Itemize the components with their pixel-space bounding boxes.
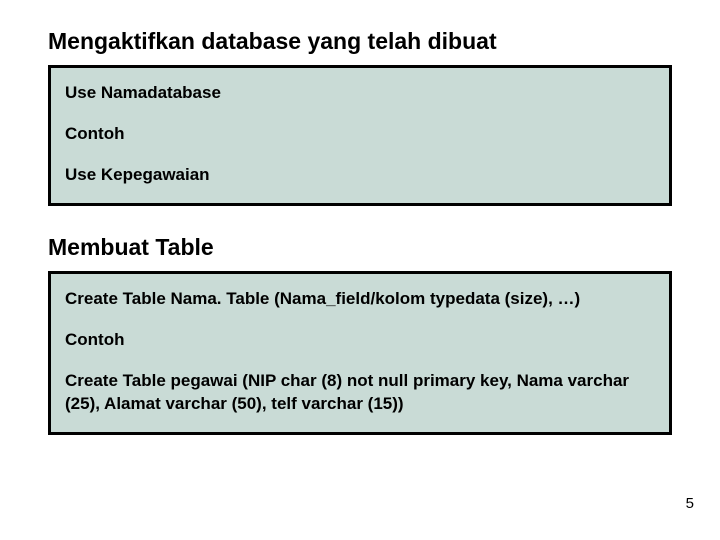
code-line: Use Namadatabase <box>65 82 655 105</box>
code-line: Create Table pegawai (NIP char (8) not n… <box>65 370 655 416</box>
code-line: Contoh <box>65 123 655 146</box>
code-line: Create Table Nama. Table (Nama_field/kol… <box>65 288 655 311</box>
page-number: 5 <box>686 495 694 512</box>
section-heading-activate-db: Mengaktifkan database yang telah dibuat <box>48 28 672 55</box>
code-line: Use Kepegawaian <box>65 164 655 187</box>
section-heading-create-table: Membuat Table <box>48 234 672 261</box>
code-line: Contoh <box>65 329 655 352</box>
code-box-create-table: Create Table Nama. Table (Nama_field/kol… <box>48 271 672 435</box>
code-box-activate-db: Use Namadatabase Contoh Use Kepegawaian <box>48 65 672 206</box>
